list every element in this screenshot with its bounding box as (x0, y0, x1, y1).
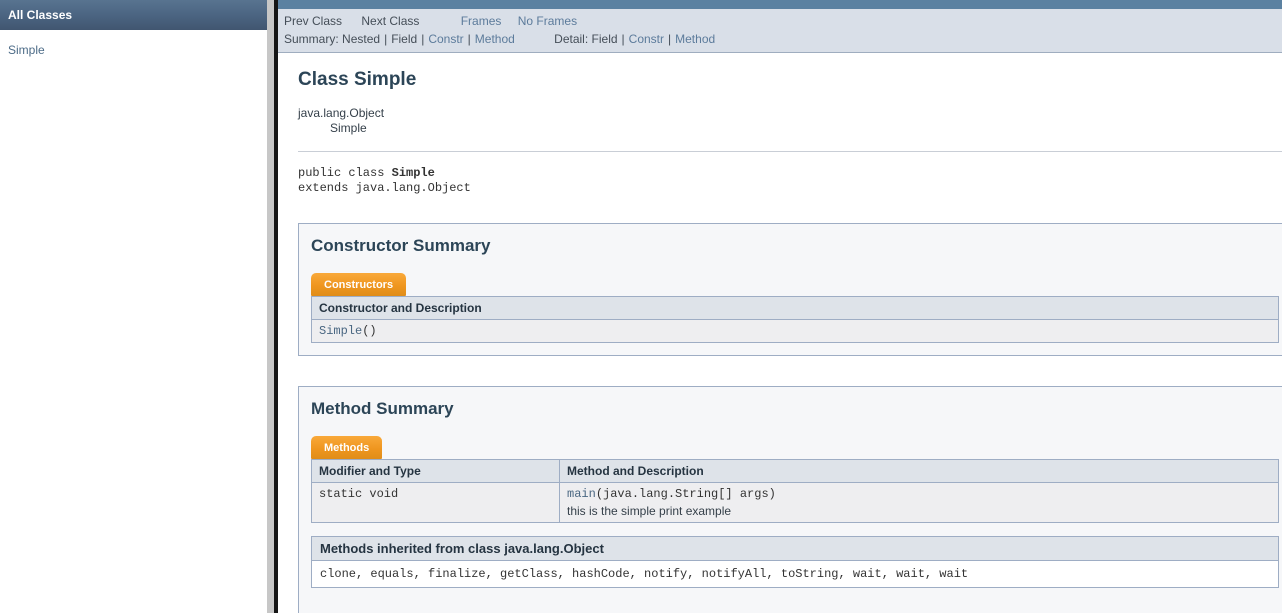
method-summary-heading: Method Summary (311, 399, 1279, 419)
detail-field: Field (592, 32, 618, 46)
table-row: static void main(java.lang.String[] args… (312, 483, 1279, 523)
inherited-methods-heading: Methods inherited from class java.lang.O… (312, 537, 1278, 561)
constructor-summary-heading: Constructor Summary (311, 236, 1279, 256)
class-frame: Prev Class Next Class Frames No Frames S… (278, 0, 1282, 613)
inheritance-child: Simple (298, 121, 1282, 136)
frame-divider[interactable] (267, 0, 278, 613)
method-table-header-modifier: Modifier and Type (312, 460, 560, 483)
method-summary-section: Method Summary Methods Modifier and Type… (298, 386, 1282, 613)
detail-group: Detail: Field|Constr|Method (554, 32, 715, 46)
constructor-summary-section: Constructor Summary Constructors Constru… (298, 223, 1282, 356)
inheritance-tree: java.lang.Object Simple (298, 106, 1282, 136)
constructor-summary-table: Constructor and Description Simple() (311, 296, 1279, 343)
summary-nested: Nested (342, 32, 380, 46)
constructor-table-header: Constructor and Description (312, 297, 1279, 320)
sub-navigation: Summary: Nested|Field|Constr|Method Deta… (284, 32, 1282, 52)
method-table-header-description: Method and Description (560, 460, 1279, 483)
all-classes-frame: All Classes Simple (0, 0, 267, 613)
javadoc-page: All Classes Simple Prev Class Next Class… (0, 0, 1282, 613)
constructor-signature: () (362, 324, 376, 338)
nav-frames-link[interactable]: Frames (461, 14, 502, 28)
class-list: Simple (0, 30, 267, 59)
inherited-methods-list: clone, equals, finalize, getClass, hashC… (312, 561, 1278, 587)
divider-rule (298, 151, 1282, 152)
method-signature: (java.lang.String[] args) (596, 487, 776, 501)
declaration-modifiers: public class (298, 166, 392, 180)
method-main-link[interactable]: main (567, 487, 596, 501)
constructor-simple-link[interactable]: Simple (319, 324, 362, 338)
method-modifier-cell: static void (312, 483, 560, 523)
summary-label: Summary: (284, 32, 339, 46)
method-description: this is the simple print example (567, 504, 1271, 518)
inheritance-parent: java.lang.Object (298, 106, 1282, 121)
page-title: Class Simple (298, 69, 1282, 91)
separator: | (664, 32, 675, 46)
class-declaration: public class Simple extends java.lang.Ob… (298, 166, 1282, 196)
declaration-class-name: Simple (392, 166, 435, 180)
summary-constr-link[interactable]: Constr (428, 32, 463, 46)
method-summary-table: Modifier and Type Method and Description… (311, 459, 1279, 523)
class-content: Class Simple java.lang.Object Simple pub… (278, 53, 1282, 613)
navigation-bars: Prev Class Next Class Frames No Frames S… (278, 9, 1282, 53)
constructors-tab[interactable]: Constructors (311, 273, 406, 296)
nav-no-frames-link[interactable]: No Frames (518, 14, 577, 28)
separator: | (464, 32, 475, 46)
nav-next-class: Next Class (361, 14, 419, 28)
summary-field: Field (391, 32, 417, 46)
detail-method-link[interactable]: Method (675, 32, 715, 46)
methods-tab[interactable]: Methods (311, 436, 382, 459)
all-classes-header: All Classes (0, 0, 267, 30)
separator: | (417, 32, 428, 46)
top-dark-bar (278, 0, 1282, 9)
detail-constr-link[interactable]: Constr (629, 32, 664, 46)
table-row: Simple() (312, 320, 1279, 343)
top-navigation: Prev Class Next Class Frames No Frames (284, 9, 1282, 32)
nav-prev-class: Prev Class (284, 14, 342, 28)
declaration-extends: extends java.lang.Object (298, 181, 471, 195)
class-list-item-simple[interactable]: Simple (8, 43, 45, 57)
inherited-methods-section: Methods inherited from class java.lang.O… (311, 536, 1279, 588)
separator: | (380, 32, 391, 46)
detail-label: Detail: (554, 32, 588, 46)
summary-method-link[interactable]: Method (475, 32, 515, 46)
separator: | (618, 32, 629, 46)
